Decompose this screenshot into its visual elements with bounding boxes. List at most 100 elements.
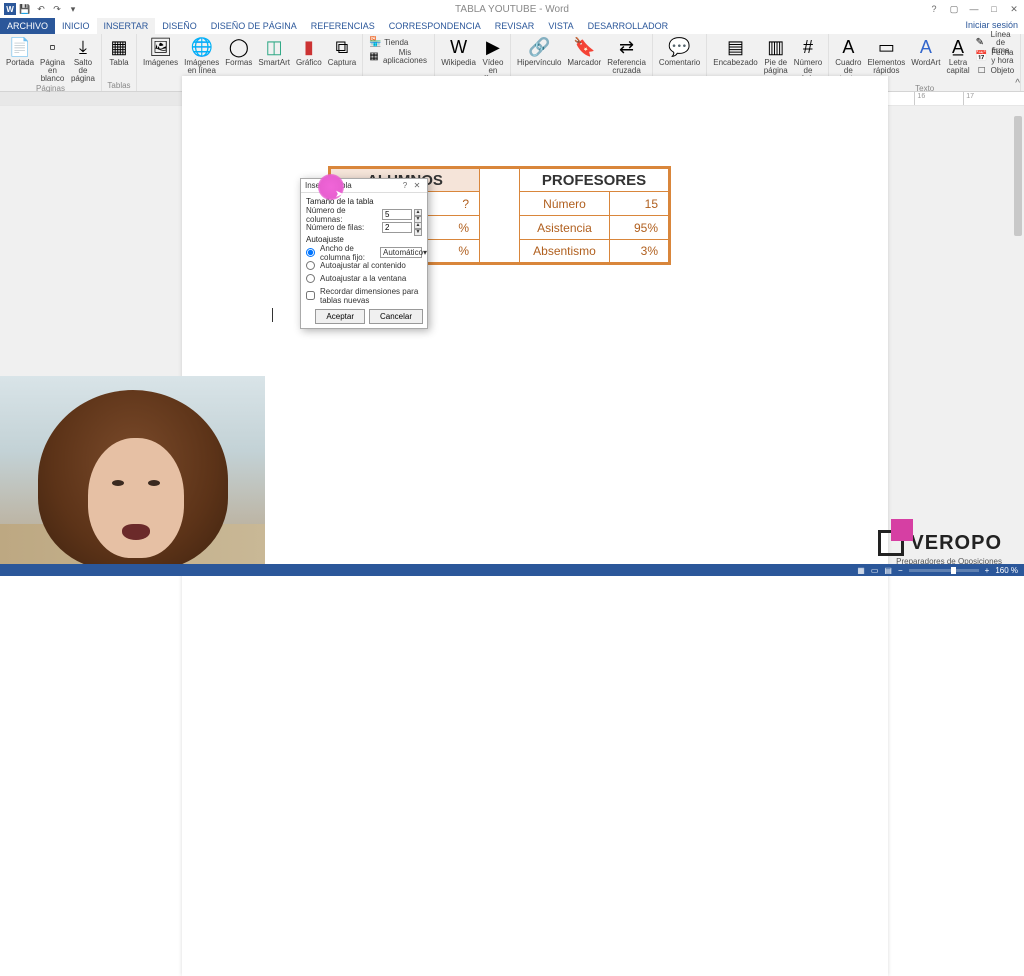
wordart-button[interactable]: AWordArt (909, 35, 942, 68)
collapse-ribbon-icon[interactable]: ^ (1015, 78, 1020, 89)
crossref-button[interactable]: ⇄Referencia cruzada (605, 35, 648, 76)
table-cell[interactable]: % (420, 240, 480, 264)
tab-developer[interactable]: DESARROLLADOR (581, 18, 676, 34)
page-break-button[interactable]: ⤓Salto de página (69, 35, 97, 84)
table-cell[interactable]: Número (520, 192, 610, 216)
link-icon: 🔗 (528, 36, 550, 58)
smartart-icon: ◫ (263, 36, 285, 58)
hyperlink-button[interactable]: 🔗Hipervínculo (515, 35, 563, 68)
rows-input[interactable] (382, 222, 412, 233)
chart-icon: ▮ (298, 36, 320, 58)
columns-spinner[interactable]: ▲▼ (414, 209, 422, 220)
cancel-button[interactable]: Cancelar (369, 309, 423, 324)
table-cell[interactable]: 95% (610, 216, 670, 240)
document-page[interactable]: ALUMNOS PROFESORES Número ? Número 15 As… (182, 76, 888, 976)
quickparts-button[interactable]: ▭Elementos rápidos (865, 35, 907, 76)
scrollbar-thumb[interactable] (1014, 116, 1022, 236)
view-web-layout-icon[interactable]: ▤ (884, 566, 892, 575)
my-apps-button[interactable]: ▦Mis aplicaciones (367, 49, 430, 63)
signature-line-button[interactable]: ✎Línea de firma (974, 35, 1017, 49)
object-button[interactable]: □Objeto (974, 63, 1017, 77)
video-icon: ▶ (482, 36, 504, 58)
screenshot-button[interactable]: ⧉Captura (326, 35, 358, 68)
wikipedia-button[interactable]: WWikipedia (439, 35, 478, 68)
insert-table-dialog: Insertar tabla ? ✕ Tamaño de la tabla Nú… (300, 178, 428, 329)
table-header-profesores[interactable]: PROFESORES (520, 168, 670, 192)
table-cell[interactable]: Asistencia (520, 216, 610, 240)
store-button[interactable]: 🏪Tienda (367, 35, 430, 49)
columns-input[interactable] (382, 209, 412, 220)
online-image-icon: 🌐 (191, 36, 213, 58)
dropcap-button[interactable]: A̲Letra capital (944, 35, 971, 76)
chart-button[interactable]: ▮Gráfico (294, 35, 324, 68)
footer-icon: ▥ (765, 36, 787, 58)
close-icon[interactable]: ✕ (1006, 2, 1022, 16)
image-icon: 🖼 (150, 36, 172, 58)
tab-home[interactable]: INICIO (55, 18, 97, 34)
tab-file[interactable]: ARCHIVO (0, 18, 55, 34)
table-gap[interactable] (480, 168, 520, 264)
comment-icon: 💬 (669, 36, 691, 58)
break-icon: ⤓ (72, 36, 94, 58)
ribbon-options-icon[interactable]: ▢ (946, 2, 962, 16)
help-icon[interactable]: ? (926, 2, 942, 16)
ok-button[interactable]: Aceptar (315, 309, 365, 324)
columns-label: Número de columnas: (306, 206, 380, 224)
tab-insert[interactable]: INSERTAR (97, 18, 156, 34)
autofit-window-radio[interactable] (306, 274, 315, 283)
pagenum-icon: # (797, 36, 819, 58)
view-read-mode-icon[interactable]: ▭ (871, 566, 879, 575)
remember-checkbox[interactable] (306, 291, 315, 300)
table-cell[interactable]: ? (420, 192, 480, 216)
document-title: TABLA YOUTUBE - Word (455, 4, 569, 15)
maximize-icon[interactable]: □ (986, 2, 1002, 16)
shapes-button[interactable]: ◯Formas (223, 35, 254, 68)
tab-page-layout[interactable]: DISEÑO DE PÁGINA (204, 18, 304, 34)
tab-design[interactable]: DISEÑO (155, 18, 204, 34)
bookmark-button[interactable]: 🔖Marcador (565, 35, 603, 68)
tab-review[interactable]: REVISAR (488, 18, 542, 34)
footer-button[interactable]: ▥Pie de página (762, 35, 790, 76)
blank-page-button[interactable]: ▫Página en blanco (38, 35, 67, 84)
images-button[interactable]: 🖼Imágenes (141, 35, 180, 68)
zoom-in-button[interactable]: + (985, 566, 990, 575)
rows-spinner[interactable]: ▲▼ (414, 222, 422, 233)
table-icon: ▦ (108, 36, 130, 58)
table-cell[interactable]: 3% (610, 240, 670, 264)
minimize-icon[interactable]: — (966, 2, 982, 16)
zoom-slider[interactable] (909, 569, 979, 572)
logo-mark-icon (878, 530, 904, 556)
dialog-titlebar[interactable]: Insertar tabla ? ✕ (301, 179, 427, 193)
fixed-width-select[interactable]: Automático▾ (380, 247, 422, 258)
vertical-scrollbar[interactable] (1012, 106, 1024, 564)
header-button[interactable]: ▤Encabezado (711, 35, 759, 68)
cover-page-button[interactable]: 📄Portada (4, 35, 36, 68)
dialog-close-icon[interactable]: ✕ (411, 181, 423, 190)
tab-mail[interactable]: CORRESPONDENCIA (382, 18, 488, 34)
date-time-button[interactable]: 📅Fecha y hora (974, 49, 1017, 63)
crossref-icon: ⇄ (616, 36, 638, 58)
wikipedia-icon: W (448, 36, 470, 58)
autofit-content-radio[interactable] (306, 261, 315, 270)
textbox-icon: A (837, 36, 859, 58)
fixed-width-radio[interactable] (306, 248, 315, 257)
table-cell[interactable]: Absentismo (520, 240, 610, 264)
qat-customize-icon[interactable]: ▾ (66, 2, 80, 16)
online-images-button[interactable]: 🌐Imágenes en línea (182, 35, 221, 76)
table-button[interactable]: ▦Tabla (106, 35, 132, 68)
smartart-button[interactable]: ◫SmartArt (256, 35, 292, 68)
qat-redo-icon[interactable]: ↷ (50, 2, 64, 16)
qat-save-icon[interactable]: 💾 (18, 2, 32, 16)
dialog-title: Insertar tabla (305, 181, 399, 190)
zoom-level[interactable]: 160 % (995, 566, 1018, 575)
comment-button[interactable]: 💬Comentario (657, 35, 702, 68)
tab-references[interactable]: REFERENCIAS (304, 18, 382, 34)
table-cell[interactable]: % (420, 216, 480, 240)
tab-view[interactable]: VISTA (541, 18, 580, 34)
dialog-help-icon[interactable]: ? (399, 181, 411, 190)
zoom-out-button[interactable]: − (898, 566, 903, 575)
qat-undo-icon[interactable]: ↶ (34, 2, 48, 16)
remember-label: Recordar dimensiones para tablas nuevas (320, 287, 422, 305)
table-cell[interactable]: 15 (610, 192, 670, 216)
view-print-layout-icon[interactable]: ▦ (857, 566, 865, 575)
